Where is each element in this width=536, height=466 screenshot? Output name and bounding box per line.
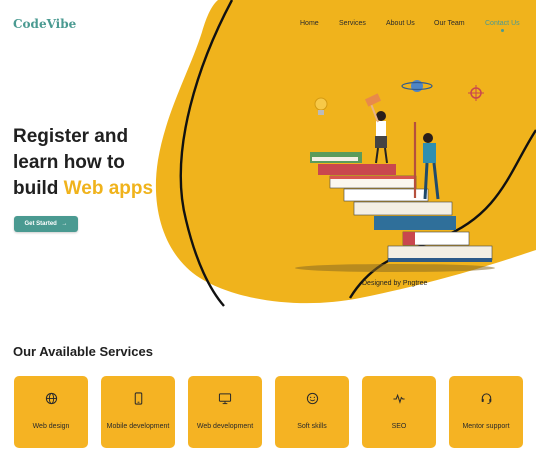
nav-item-contact-us[interactable]: Contact Us (485, 20, 520, 32)
smile-icon (306, 392, 318, 404)
service-label: SEO (391, 423, 407, 430)
headset-icon (481, 392, 491, 404)
hero-line-1: Register and (13, 126, 129, 147)
active-indicator-dot (501, 29, 505, 32)
service-card-mentor-support[interactable]: Mentor support (449, 376, 523, 448)
illustration-credit: Designed by Pngtree (362, 280, 428, 287)
get-started-label: Get Started (24, 221, 57, 227)
nav-item-services[interactable]: Services (339, 20, 366, 27)
service-label: Soft skills (297, 423, 327, 430)
service-label: Web development (196, 423, 254, 430)
service-card-soft-skills[interactable]: Soft skills (275, 376, 349, 448)
pulse-icon (393, 393, 405, 404)
service-label: Mentor support (462, 423, 510, 430)
service-card-mobile-development[interactable]: Mobile development (101, 376, 175, 448)
top-nav: Home Services About Us Our Team Contact … (0, 0, 536, 40)
service-label: Web design (32, 423, 70, 430)
services-title: Our Available Services (13, 344, 153, 359)
mobile-icon (134, 391, 142, 405)
arrow-right-icon: → (61, 221, 68, 227)
monitor-icon (218, 392, 232, 404)
service-card-web-development[interactable]: Web development (188, 376, 262, 448)
hero-accent-text: Web apps (63, 178, 154, 199)
service-card-seo[interactable]: SEO (362, 376, 436, 448)
service-label: Mobile development (106, 423, 170, 430)
hero-line-3-prefix: build (13, 178, 64, 199)
nav-item-about-us[interactable]: About Us (386, 20, 415, 27)
globe-icon (45, 392, 57, 404)
nav-item-contact-us-label: Contact Us (485, 20, 520, 27)
hero-line-2: learn how to (13, 152, 125, 173)
nav-item-our-team[interactable]: Our Team (434, 20, 465, 27)
service-card-web-design[interactable]: Web design (14, 376, 88, 448)
hero-headline: Register and learn how to build Web apps (13, 124, 203, 202)
nav-item-home[interactable]: Home (300, 20, 319, 27)
get-started-button[interactable]: Get Started → (14, 216, 78, 232)
